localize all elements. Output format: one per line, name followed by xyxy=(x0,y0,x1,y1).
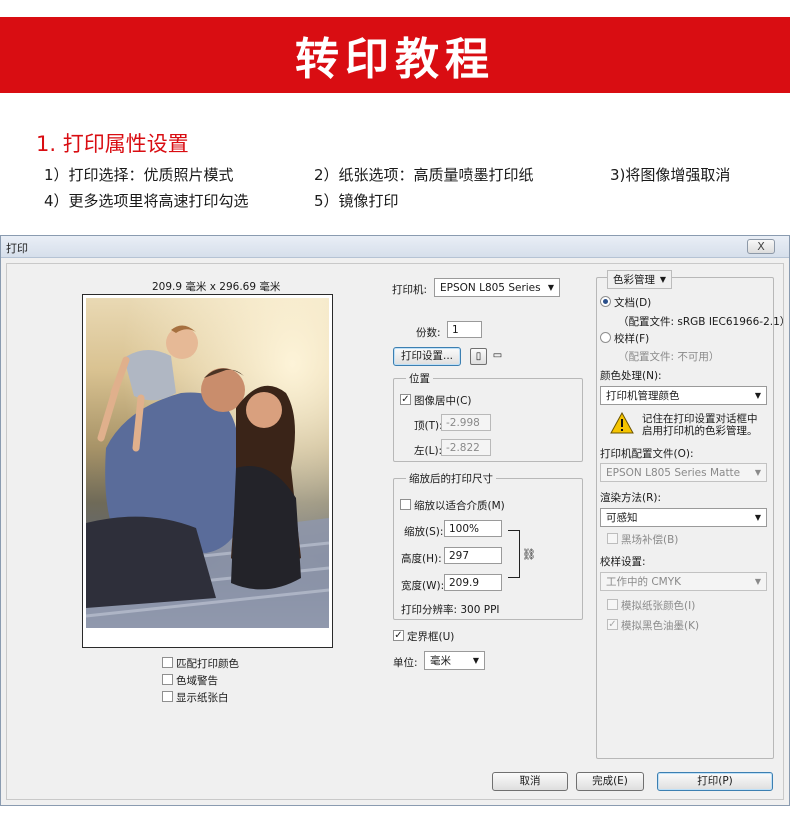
preview-size-label: 209.9 毫米 x 296.69 毫米 xyxy=(152,281,281,293)
proof-setup-value: 工作中的 CMYK xyxy=(606,576,682,588)
copies-label: 份数: xyxy=(416,327,441,339)
printer-profile-value: EPSON L805 Series Matte xyxy=(606,467,741,479)
color-handling-value: 打印机管理颜色 xyxy=(606,390,680,402)
gamut-warning-label: 色域警告 xyxy=(176,675,218,687)
printer-profile-label: 打印机配置文件(O): xyxy=(600,448,694,460)
family-photo-illustration xyxy=(86,298,329,628)
proof-setup-select[interactable]: 工作中的 CMYK ▼ xyxy=(600,572,767,591)
scaled-size-title: 缩放后的打印尺寸 xyxy=(406,471,496,486)
step-5: 5）镜像打印 xyxy=(314,192,399,210)
step-2: 2）纸张选项：高质量喷墨打印纸 xyxy=(314,166,534,184)
step-title: 1. 打印属性设置 xyxy=(36,132,189,156)
banner-title: 转印教程 xyxy=(295,34,495,85)
units-label: 单位: xyxy=(393,657,418,669)
simulate-paper-label: 模拟纸张颜色(I) xyxy=(621,600,696,612)
simulate-black-checkbox[interactable]: ✓ xyxy=(607,619,618,630)
proportion-bracket xyxy=(508,530,520,578)
step-1: 1）打印选择：优质照片模式 xyxy=(44,166,234,184)
match-colors-label: 匹配打印颜色 xyxy=(176,658,239,670)
proof-setup-label: 校样设置: xyxy=(600,556,646,568)
dialog-titlebar: 打印 X xyxy=(1,236,789,258)
chevron-down-icon: ▼ xyxy=(547,283,554,292)
proof-label: 校样(F) xyxy=(614,333,650,345)
document-radio[interactable] xyxy=(600,296,611,307)
width-input[interactable]: 209.9 xyxy=(444,574,502,591)
color-mode-value: 色彩管理 xyxy=(613,274,655,286)
printer-select[interactable]: EPSON L805 Series ▼ xyxy=(434,278,560,297)
scale-input[interactable]: 100% xyxy=(444,520,502,537)
center-image-checkbox[interactable]: ✓ xyxy=(400,394,411,405)
color-handling-label: 颜色处理(N): xyxy=(600,370,662,382)
render-method-label: 渲染方法(R): xyxy=(600,492,662,504)
color-mode-select[interactable]: 色彩管理 ▼ xyxy=(607,270,672,289)
landscape-orientation-icon[interactable]: ▭ xyxy=(489,348,506,365)
show-paper-white-checkbox[interactable] xyxy=(162,691,173,702)
proof-radio[interactable] xyxy=(600,332,611,343)
width-label: 宽度(W): xyxy=(401,580,445,592)
units-select[interactable]: 毫米 ▼ xyxy=(424,651,485,670)
print-settings-button[interactable]: 打印设置... xyxy=(393,347,461,366)
preview-photo xyxy=(86,298,329,628)
left-input[interactable]: -2.822 xyxy=(441,439,491,456)
print-preview xyxy=(82,294,333,648)
render-method-select[interactable]: 可感知 ▼ xyxy=(600,508,767,527)
step-4: 4）更多选项里将高速打印勾选 xyxy=(44,192,249,210)
printer-value: EPSON L805 Series xyxy=(440,282,541,294)
document-profile: （配置文件: sRGB IEC61966-2.1） xyxy=(618,316,790,328)
center-image-label: 图像居中(C) xyxy=(414,395,472,407)
chevron-down-icon: ▼ xyxy=(754,391,761,400)
scale-to-fit-label: 缩放以适合介质(M) xyxy=(414,500,505,512)
print-resolution: 打印分辨率: 300 PPI xyxy=(401,604,500,616)
black-point-checkbox[interactable] xyxy=(607,533,618,544)
close-icon[interactable]: X xyxy=(747,239,775,254)
chevron-down-icon: ▼ xyxy=(754,468,761,477)
dialog-title: 打印 xyxy=(6,242,28,255)
print-button[interactable]: 打印(P) xyxy=(657,772,773,791)
link-icon[interactable]: ⛓ xyxy=(522,548,536,561)
show-paper-white-label: 显示纸张白 xyxy=(176,692,229,704)
portrait-orientation-icon[interactable]: ▯ xyxy=(470,348,487,365)
step-list: 1）打印选择：优质照片模式 2）纸张选项：高质量喷墨打印纸 3)将图像增强取消 … xyxy=(44,164,784,216)
units-value: 毫米 xyxy=(430,655,451,667)
banner: 转印教程 xyxy=(0,17,790,93)
warning-icon xyxy=(610,411,634,438)
chevron-down-icon: ▼ xyxy=(472,656,479,665)
done-button[interactable]: 完成(E) xyxy=(576,772,644,791)
copies-input[interactable]: 1 xyxy=(447,321,482,338)
step-3: 3)将图像增强取消 xyxy=(610,166,731,184)
scale-label: 缩放(S): xyxy=(404,526,444,538)
color-warning-text: 记住在打印设置对话框中启用打印机的色彩管理。 xyxy=(642,413,758,437)
simulate-black-label: 模拟黑色油墨(K) xyxy=(621,620,700,632)
printer-label: 打印机: xyxy=(392,284,428,296)
chevron-down-icon: ▼ xyxy=(754,513,761,522)
chevron-down-icon: ▼ xyxy=(754,577,761,586)
position-title: 位置 xyxy=(406,371,433,386)
chevron-down-icon: ▼ xyxy=(659,275,666,284)
black-point-label: 黑场补偿(B) xyxy=(621,534,679,546)
bounding-box-checkbox[interactable]: ✓ xyxy=(393,630,404,641)
gamut-warning-checkbox[interactable] xyxy=(162,674,173,685)
cancel-button[interactable]: 取消 xyxy=(492,772,568,791)
height-input[interactable]: 297 xyxy=(444,547,502,564)
height-label: 高度(H): xyxy=(401,553,442,565)
simulate-paper-checkbox[interactable] xyxy=(607,599,618,610)
printer-profile-select[interactable]: EPSON L805 Series Matte ▼ xyxy=(600,463,767,482)
top-label: 顶(T): xyxy=(414,420,443,432)
match-colors-checkbox[interactable] xyxy=(162,657,173,668)
bounding-box-label: 定界框(U) xyxy=(407,631,455,643)
left-label: 左(L): xyxy=(414,445,443,457)
scale-to-fit-checkbox[interactable] xyxy=(400,499,411,510)
document-label: 文档(D) xyxy=(614,297,652,309)
proof-profile: （配置文件: 不可用） xyxy=(618,351,720,363)
render-method-value: 可感知 xyxy=(606,512,638,524)
color-handling-select[interactable]: 打印机管理颜色 ▼ xyxy=(600,386,767,405)
top-input[interactable]: -2.998 xyxy=(441,414,491,431)
